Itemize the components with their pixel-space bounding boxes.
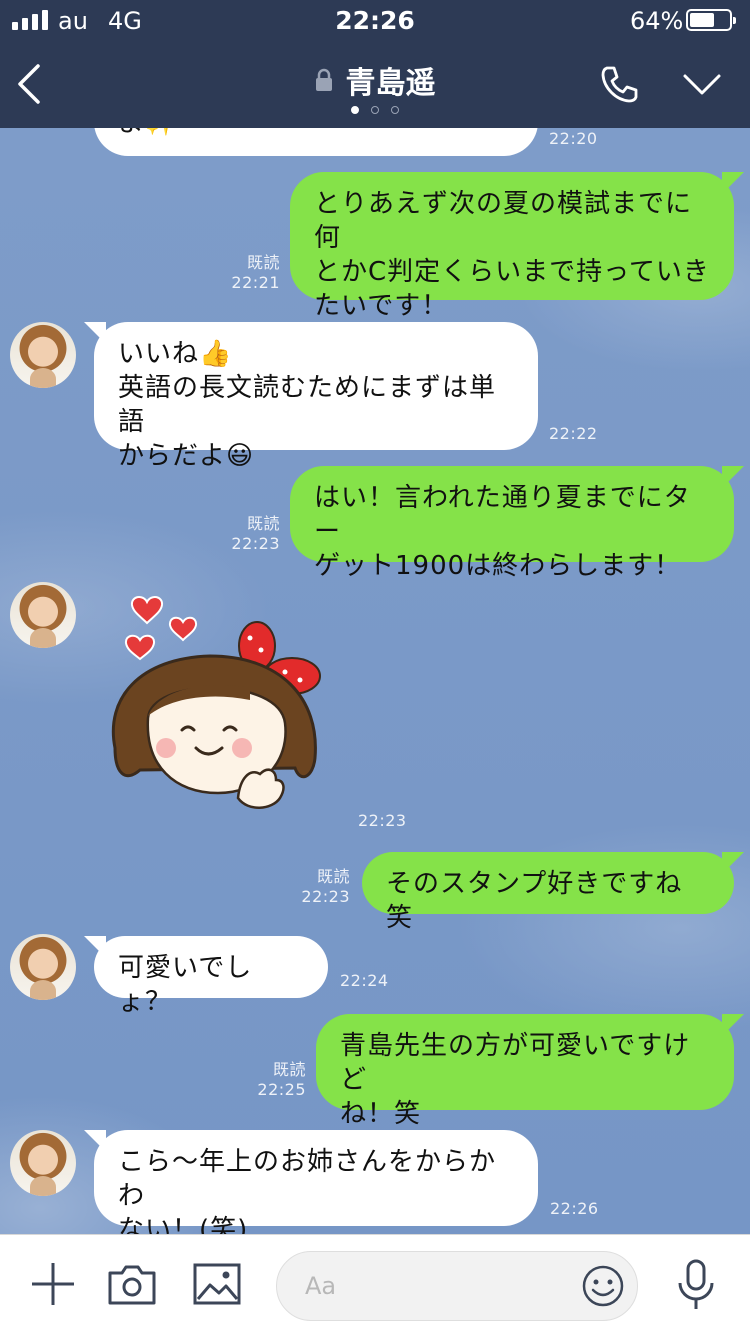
message-bubble-outgoing[interactable]: はい！言われた通り夏までにター ゲット1900は終わらします！ <box>290 466 744 581</box>
message-bubble-incoming[interactable]: よ✨ <box>94 128 538 156</box>
message-line: たいです！ <box>314 291 449 321</box>
message-line: 可愛いでしょ？ <box>118 953 253 1017</box>
plus-icon[interactable] <box>28 1259 78 1309</box>
message-line: とりあえず次の夏の模試までに何 <box>314 189 693 253</box>
message-line: いいね👍 <box>118 339 233 369</box>
chat-area[interactable]: よ✨ 22:20 既読 22:21 とりあえず次の夏の模試までに何 とかC判定く… <box>0 128 750 1234</box>
message-bubble-outgoing[interactable]: とりあえず次の夏の模試までに何 とかC判定くらいまで持っていき たいです！ <box>290 172 744 321</box>
read-label: 既読 <box>272 1060 306 1079</box>
message-line: ゲット1900は終わらします！ <box>314 551 682 581</box>
emoji-smile-icon[interactable] <box>581 1264 625 1308</box>
top-bar: au 4G 22:26 64% 青島遥 <box>0 0 750 128</box>
read-receipt: 既読 22:21 <box>226 253 280 293</box>
input-toolbar: Aa <box>0 1234 750 1334</box>
message-bubble-outgoing[interactable]: 青島先生の方が可愛いですけど ね！笑 <box>316 1014 744 1129</box>
message-time: 22:25 <box>257 1080 306 1099</box>
message-bubble-outgoing[interactable]: そのスタンプ好きですね 笑 <box>362 852 744 933</box>
message-bubble-incoming[interactable]: こら〜年上のお姉さんをからかわ ない！(笑) <box>84 1130 538 1234</box>
message-line: そのスタンプ好きですね 笑 <box>386 869 683 933</box>
battery-icon <box>686 9 736 31</box>
message-input[interactable]: Aa <box>276 1251 638 1321</box>
chat-title: 青島遥 <box>345 66 436 101</box>
message-time: 22:23 <box>358 811 407 830</box>
message-line: ない！(笑) <box>118 1215 249 1234</box>
microphone-icon[interactable] <box>674 1259 718 1315</box>
message-time: 22:24 <box>340 971 389 990</box>
phone-call-icon[interactable] <box>598 64 640 106</box>
message-bubble-incoming[interactable]: いいね👍 英語の長文読むためにまずは単語 からだよ😃 <box>84 322 538 471</box>
read-receipt: 既読 22:23 <box>226 514 280 554</box>
page-dot <box>391 106 399 114</box>
image-icon[interactable] <box>192 1259 242 1309</box>
read-receipt: 既読 22:25 <box>252 1060 306 1100</box>
avatar[interactable] <box>10 582 76 648</box>
avatar[interactable] <box>10 934 76 1000</box>
message-text: よ✨ <box>118 128 178 140</box>
battery-percent: 64% <box>630 7 684 35</box>
message-time: 22:23 <box>231 534 280 553</box>
read-label: 既読 <box>246 514 280 533</box>
message-time: 22:23 <box>301 887 350 906</box>
message-line: ね！笑 <box>340 1099 422 1129</box>
message-time: 22:26 <box>550 1199 599 1218</box>
lock-icon <box>316 68 333 91</box>
girl-sticker-image[interactable] <box>100 588 330 830</box>
message-line: こら〜年上のお姉さんをからかわ <box>118 1147 497 1211</box>
read-label: 既読 <box>316 867 350 886</box>
chevron-down-icon[interactable] <box>682 72 722 98</box>
page-dot <box>351 106 359 114</box>
read-label: 既読 <box>246 253 280 272</box>
status-bar: au 4G 22:26 64% <box>0 0 750 40</box>
page-dot <box>371 106 379 114</box>
message-time: 22:20 <box>549 129 598 148</box>
message-line: 英語の長文読むためにまずは単語 <box>118 373 497 437</box>
input-placeholder: Aa <box>305 1272 337 1300</box>
page-indicator <box>0 106 750 114</box>
read-receipt: 既読 22:23 <box>296 867 350 907</box>
message-line: 青島先生の方が可愛いですけど <box>340 1031 691 1095</box>
message-line: とかC判定くらいまで持っていき <box>314 257 710 287</box>
message-time: 22:21 <box>231 273 280 292</box>
chat-header: 青島遥 <box>0 40 750 128</box>
avatar[interactable] <box>10 1130 76 1196</box>
message-line: はい！言われた通り夏までにター <box>314 483 691 547</box>
camera-icon[interactable] <box>106 1259 158 1309</box>
message-bubble-incoming[interactable]: 可愛いでしょ？ <box>84 936 328 1017</box>
avatar[interactable] <box>10 322 76 388</box>
message-time: 22:22 <box>549 424 598 443</box>
